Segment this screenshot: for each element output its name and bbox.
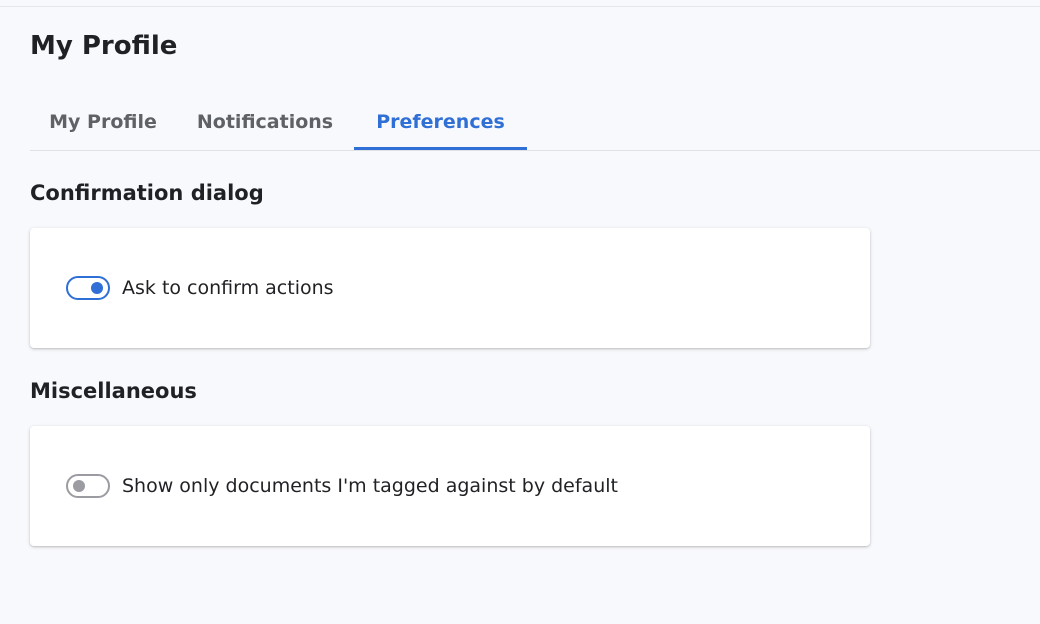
toggle-knob <box>73 480 85 492</box>
confirm-actions-label: Ask to confirm actions <box>122 277 334 299</box>
section-title-miscellaneous: Miscellaneous <box>30 379 197 403</box>
confirm-actions-setting: Ask to confirm actions <box>66 276 334 300</box>
tagged-documents-label: Show only documents I'm tagged against b… <box>122 475 618 497</box>
page-title: My Profile <box>30 31 178 61</box>
tab-bar: My Profile Notifications Preferences <box>30 94 1040 151</box>
top-divider <box>0 6 1040 7</box>
confirm-actions-toggle[interactable] <box>66 276 110 300</box>
tab-preferences[interactable]: Preferences <box>354 94 527 150</box>
tagged-documents-setting: Show only documents I'm tagged against b… <box>66 474 618 498</box>
miscellaneous-card: Show only documents I'm tagged against b… <box>30 426 870 546</box>
toggle-knob <box>91 282 103 294</box>
tab-notifications[interactable]: Notifications <box>176 94 354 150</box>
confirmation-dialog-card: Ask to confirm actions <box>30 228 870 348</box>
tab-my-profile[interactable]: My Profile <box>30 94 176 150</box>
section-title-confirmation-dialog: Confirmation dialog <box>30 181 264 205</box>
tagged-documents-toggle[interactable] <box>66 474 110 498</box>
